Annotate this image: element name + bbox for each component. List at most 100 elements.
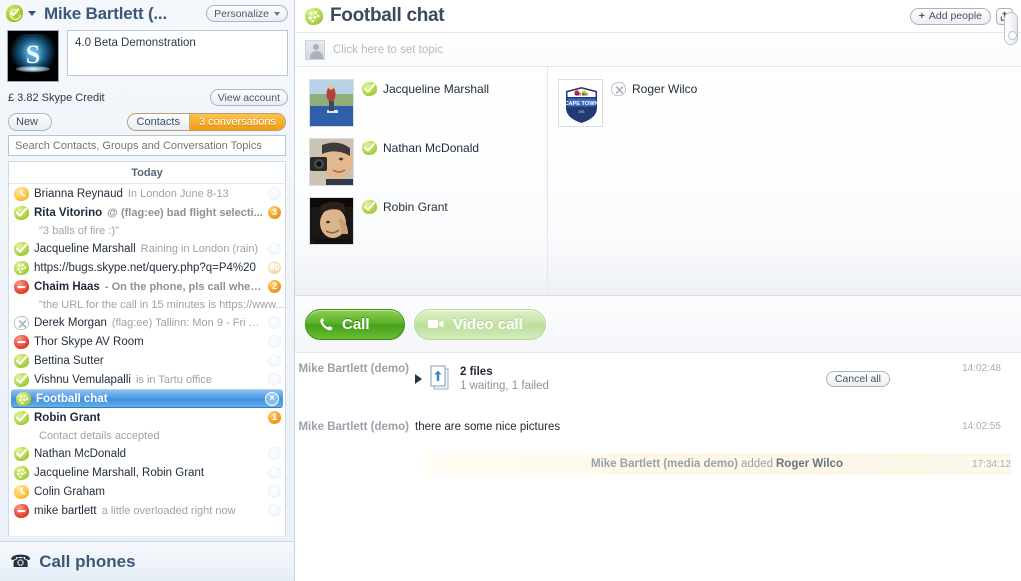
row-action-icon[interactable] [268,485,281,498]
close-icon[interactable]: × [265,391,279,406]
avatar-base-glow [16,66,50,72]
status-dnd-icon [14,334,29,349]
call-phones-bar[interactable]: ☎ Call phones [0,541,294,581]
list-item[interactable]: mike bartlett a little overloaded right n… [9,501,285,520]
contact-list[interactable]: Today Brianna Reynaud In London June 8-13… [8,161,286,536]
message-row: Mike Bartlett (demo) there are some nice … [295,421,1021,433]
status-online-icon [14,372,29,387]
tab-contacts[interactable]: Contacts [127,114,190,130]
row-action-icon[interactable] [268,373,281,386]
row-action-icon[interactable] [268,466,281,479]
list-item[interactable]: Nathan McDonald [9,444,285,463]
list-item-selected[interactable]: Football chat × [11,389,283,408]
message-sender: Mike Bartlett (demo) [298,421,409,433]
video-call-button[interactable]: Video call [414,308,546,340]
avatar[interactable] [309,79,354,127]
avatar[interactable] [309,197,354,245]
participants-column-1: Jacqueline Marshall Nathan McDonald Robin … [295,67,548,295]
list-item-preview: "3 balls of fire :)" [39,224,119,237]
list-item-preview: "the URL for the call in 15 minutes is h… [39,298,285,311]
file-status: 1 waiting, 1 failed [460,380,549,392]
list-item[interactable]: Jacqueline Marshall Raining in London (ra… [9,239,285,258]
list-item-name: https://bugs.skype.net/query.php?q=P4%20 [34,261,256,274]
list-item[interactable]: Jacqueline Marshall, Robin Grant [9,463,285,482]
list-item[interactable]: Chaim Haas - On the phone, pls call when.… [9,277,285,296]
participant-item[interactable]: Robin Grant [309,197,547,245]
list-item[interactable]: Colin Graham [9,482,285,501]
topic-avatar-icon [305,39,325,60]
skype-credit-label: £ 3.82 Skype Credit [8,91,105,104]
svg-text:2011: 2011 [578,109,585,113]
list-item-name: Football chat [36,392,108,405]
mood-message-field[interactable]: 4.0 Beta Demonstration [67,30,288,76]
list-item-mood: In London June 8-13 [127,187,229,200]
add-people-button[interactable]: + Add people [909,7,991,25]
status-away-icon [14,186,29,201]
row-action-icon[interactable] [268,316,281,329]
message-text: there are some nice pictures [415,421,561,433]
message-transcript[interactable]: Mike Bartlett (demo) 2 files 1 waiting, 1 … [295,353,1021,581]
participants-column-2: Red Bull CAPE TOWN 2011 Roger Wilco [548,67,1021,295]
list-item-name: Derek Morgan [34,316,107,329]
status-dropdown-caret-icon[interactable] [28,11,36,16]
unread-badge: 3 [268,206,281,219]
list-item[interactable]: https://bugs.skype.net/query.php?q=P4%20… [9,258,285,277]
status-online-icon [14,353,29,368]
participant-info: Jacqueline Marshall [362,79,489,96]
row-action-icon[interactable] [268,504,281,517]
list-item-name: Chaim Haas [34,280,100,293]
call-phones-label: Call phones [39,551,136,571]
message-timestamp: 14:02:55 [962,421,1001,432]
cancel-all-button[interactable]: Cancel all [825,371,890,387]
conversation-panel: Football chat + Add people Click here to… [295,0,1021,581]
row-action-icon[interactable] [268,335,281,348]
list-item[interactable]: Robin Grant 1 [9,408,285,427]
avatar[interactable]: Red Bull CAPE TOWN 2011 [558,79,603,127]
search-input[interactable] [8,135,286,156]
list-item-mood: (flag:ee) Tallinn: Mon 9 - Fri 13 J... [111,316,263,329]
status-online-icon [362,82,377,96]
list-item[interactable]: Brianna Reynaud In London June 8-13 [9,184,285,203]
participant-item[interactable]: Red Bull CAPE TOWN 2011 Roger Wilco [558,79,1021,127]
list-item-name: Robin Grant [34,411,101,424]
participant-item[interactable]: Jacqueline Marshall [309,79,547,127]
participant-name: Robin Grant [383,200,448,214]
online-check-icon[interactable] [6,5,23,22]
header-actions: + Add people [909,7,1013,25]
row-action-icon[interactable] [268,447,281,460]
row-action-icon[interactable] [268,187,281,200]
avatar[interactable]: S [7,30,59,82]
personalize-button[interactable]: Personalize [206,5,288,22]
row-action-icon[interactable] [268,242,281,255]
view-account-button[interactable]: View account [209,89,288,106]
message-timestamp: 14:02:48 [962,363,1001,374]
search-row [0,135,294,161]
handset-icon [320,318,333,331]
plus-icon: + [918,10,925,22]
list-item[interactable]: Bettina Sutter [9,351,285,370]
tab-conversations[interactable]: 3 conversations [189,114,285,130]
file-title: 2 files [460,366,493,378]
unread-badge: 1 [268,411,281,424]
transcript-scrollbar-thumb[interactable] [1004,12,1018,45]
participant-item[interactable]: Nathan McDonald [309,138,547,186]
account-name: Mike Bartlett (... [44,3,167,23]
status-online-icon [14,446,29,461]
row-action-icon[interactable] [268,354,281,367]
system-verb: added [741,458,773,470]
call-button[interactable]: Call [305,308,405,340]
list-item-name: Jacqueline Marshall, Robin Grant [34,466,205,479]
expand-triangle-icon[interactable] [415,374,422,384]
list-item[interactable]: Rita Vitorino @ (flag:ee) bad flight sele… [9,203,285,222]
list-item[interactable]: Derek Morgan (flag:ee) Tallinn: Mon 9 - F… [9,313,285,332]
unread-badge: 80 [268,261,281,274]
avatar[interactable] [309,138,354,186]
list-item[interactable]: Vishnu Vemulapalli is in Tartu office [9,370,285,389]
topic-bar[interactable]: Click here to set topic [295,32,1021,67]
video-call-label: Video call [453,315,523,333]
status-online-icon [14,410,29,425]
file-transfer[interactable]: 2 files 1 waiting, 1 failed Cancel all [415,363,1011,393]
system-message: Mike Bartlett (media demo) added Roger Wil… [423,453,1011,475]
list-item[interactable]: Thor Skype AV Room [9,332,285,351]
new-button[interactable]: New [8,113,53,131]
